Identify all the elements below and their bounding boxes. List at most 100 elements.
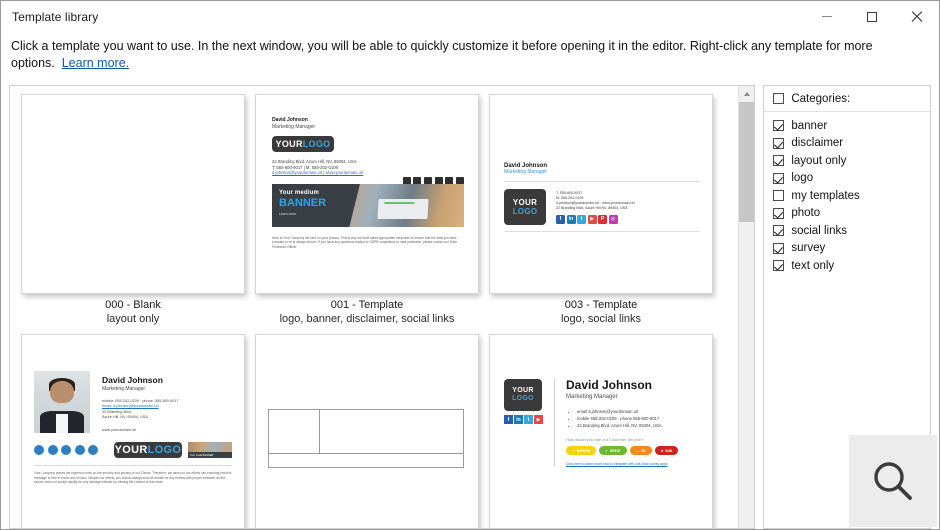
category-label: my templates xyxy=(791,189,860,202)
pinterest-icon: P xyxy=(598,215,607,224)
avatar-face xyxy=(50,380,74,404)
small-banner: Your small BANNER xyxy=(187,442,232,458)
template-name: 003 - Template xyxy=(564,299,638,311)
template-thumbnail-000[interactable] xyxy=(21,94,245,294)
template-thumbnail-survey[interactable]: YOUR LOGO f in t ▶ David Johnson Marketi… xyxy=(489,334,713,528)
template-card-survey[interactable]: YOUR LOGO f in t ▶ David Johnson Marketi… xyxy=(485,334,717,528)
logo-column: YOUR LOGO f in t ▶ xyxy=(504,379,546,466)
layout-table-bottom xyxy=(268,453,464,468)
checkbox[interactable] xyxy=(773,190,785,202)
instagram-icon xyxy=(88,445,98,455)
contact-name: David Johnson xyxy=(566,378,653,392)
template-thumbnail-001[interactable]: David Johnson Marketing Manager YOUR LOGO… xyxy=(255,94,479,294)
template-card-001[interactable]: David Johnson Marketing Manager YOUR LOGO… xyxy=(251,94,483,326)
categories-header[interactable]: Categories: xyxy=(764,86,930,112)
category-item-survey[interactable]: survey xyxy=(764,240,930,258)
checkbox[interactable] xyxy=(773,155,785,167)
checkbox[interactable] xyxy=(773,242,785,254)
contact-email: email: d.johnson@yourdomain.url xyxy=(102,404,159,409)
template-card-layout[interactable] xyxy=(251,334,483,528)
contact-role: Marketing Manager xyxy=(272,123,316,130)
checkbox[interactable] xyxy=(773,120,785,132)
survey-button-great[interactable]: ✔ GREAT xyxy=(599,446,627,455)
contact-email: d.johnson@yourdomain.url | www.yourdomai… xyxy=(272,170,364,176)
contact-address: 22 Branding Blvd, Azure Hill NV, 89404, … xyxy=(556,206,628,210)
legal-disclaimer: Your Company places the highest priority… xyxy=(34,465,232,485)
facebook-icon: f xyxy=(556,215,565,224)
photo-and-details: David Johnson Marketing Manager mobile: … xyxy=(34,371,232,433)
zoom-preview-overlay[interactable] xyxy=(849,435,937,527)
facebook-icon xyxy=(34,445,44,455)
list-item: 22 Branding Blvd, Azure Hill, NV, 89404,… xyxy=(577,422,702,429)
checkbox[interactable] xyxy=(773,207,785,219)
category-item-text-only[interactable]: text only xyxy=(764,257,930,275)
minimize-button[interactable] xyxy=(804,1,849,32)
template-thumbnail-photo[interactable]: David Johnson Marketing Manager mobile: … xyxy=(21,334,245,528)
template-name: 000 - Blank xyxy=(105,299,161,311)
dash-icon: — xyxy=(635,448,639,453)
details-column: David Johnson Marketing Manager email d.… xyxy=(554,379,702,466)
list-item: email d.johnson@yourdomain.url xyxy=(577,408,702,415)
template-thumbnail-layout[interactable] xyxy=(255,334,479,528)
categories-select-all-checkbox[interactable] xyxy=(773,93,785,104)
contact-role: Marketing Manager xyxy=(102,386,146,392)
twitter-icon xyxy=(61,445,71,455)
survey-button-ok[interactable]: — OK xyxy=(629,446,652,455)
survey-integration-link[interactable]: Click here to learn more how to integrat… xyxy=(566,462,668,466)
category-item-logo[interactable]: logo xyxy=(764,170,930,188)
banner-text: Your medium BANNER Learn more xyxy=(279,190,326,216)
instructions-text: Click a template you want to use. In the… xyxy=(1,32,919,72)
template-caption-000: 000 - Blank layout only xyxy=(17,294,249,326)
avatar xyxy=(34,371,90,433)
template-tags: logo, banner, disclaimer, social links xyxy=(279,313,455,325)
contact-name-block: David Johnson Marketing Manager xyxy=(272,117,464,130)
category-label: photo xyxy=(791,207,821,220)
template-card-photo[interactable]: David Johnson Marketing Manager mobile: … xyxy=(17,334,249,528)
gallery-scrollbar[interactable] xyxy=(738,86,755,528)
maximize-button[interactable] xyxy=(849,1,894,32)
survey-button-bad[interactable]: ✖ BAD xyxy=(654,446,679,455)
template-card-003[interactable]: David Johnson Marketing Manager YOUR LOGO… xyxy=(485,94,717,326)
instructions-line-1: Click a template you want to use. In the… xyxy=(11,39,873,53)
close-icon xyxy=(911,11,923,23)
categories-header-label: Categories: xyxy=(791,92,851,105)
scroll-up-button[interactable] xyxy=(739,86,755,102)
category-item-disclaimer[interactable]: disclaimer xyxy=(764,135,930,153)
signature-preview-photo: David Johnson Marketing Manager mobile: … xyxy=(22,335,244,528)
learn-more-link[interactable]: Learn more. xyxy=(62,56,129,70)
logo-text-2: LOGO xyxy=(512,395,534,402)
category-item-my-templates[interactable]: my templates xyxy=(764,187,930,205)
checkbox[interactable] xyxy=(773,260,785,272)
checkbox[interactable] xyxy=(773,137,785,149)
template-library-window: Template library Click a template you wa… xyxy=(0,0,940,530)
category-item-layout-only[interactable]: layout only xyxy=(764,152,930,170)
template-tags: layout only xyxy=(106,313,160,325)
category-item-banner[interactable]: banner xyxy=(764,117,930,135)
close-button[interactable] xyxy=(894,1,939,32)
contact-role: Marketing Manager xyxy=(504,169,548,175)
survey-button-superb[interactable]: ★ SUPERB xyxy=(566,446,597,455)
category-item-photo[interactable]: photo xyxy=(764,205,930,223)
template-tags: logo, social links xyxy=(560,313,642,325)
youtube-icon: ▶ xyxy=(534,415,543,424)
category-label: logo xyxy=(791,172,814,185)
scrollbar-thumb[interactable] xyxy=(739,102,755,222)
company-logo: YOUR LOGO xyxy=(504,189,546,225)
template-card-000[interactable]: 000 - Blank layout only xyxy=(17,94,249,326)
checkbox[interactable] xyxy=(773,225,785,237)
category-item-social-links[interactable]: social links xyxy=(764,222,930,240)
template-gallery: 000 - Blank layout only David Johnson Ma… xyxy=(9,85,756,529)
logo-text-2: LOGO xyxy=(302,139,331,150)
title-bar: Template library xyxy=(1,1,939,32)
survey-question: How would you rate our Customer Service? xyxy=(566,437,644,442)
checkbox[interactable] xyxy=(773,172,785,184)
social-links-row: f in t ▶ xyxy=(504,415,546,424)
layout-cell-left xyxy=(269,410,320,453)
template-caption-001: 001 - Template logo, banner, disclaimer,… xyxy=(251,294,483,326)
youtube-icon xyxy=(74,445,85,455)
survey-link-wrap: Click here to learn more how to integrat… xyxy=(566,462,702,466)
logo-text-1: YOUR xyxy=(512,198,538,207)
template-thumbnail-003[interactable]: David Johnson Marketing Manager YOUR LOGO… xyxy=(489,94,713,294)
category-label: layout only xyxy=(791,154,847,167)
youtube-icon: ▶ xyxy=(587,215,597,224)
